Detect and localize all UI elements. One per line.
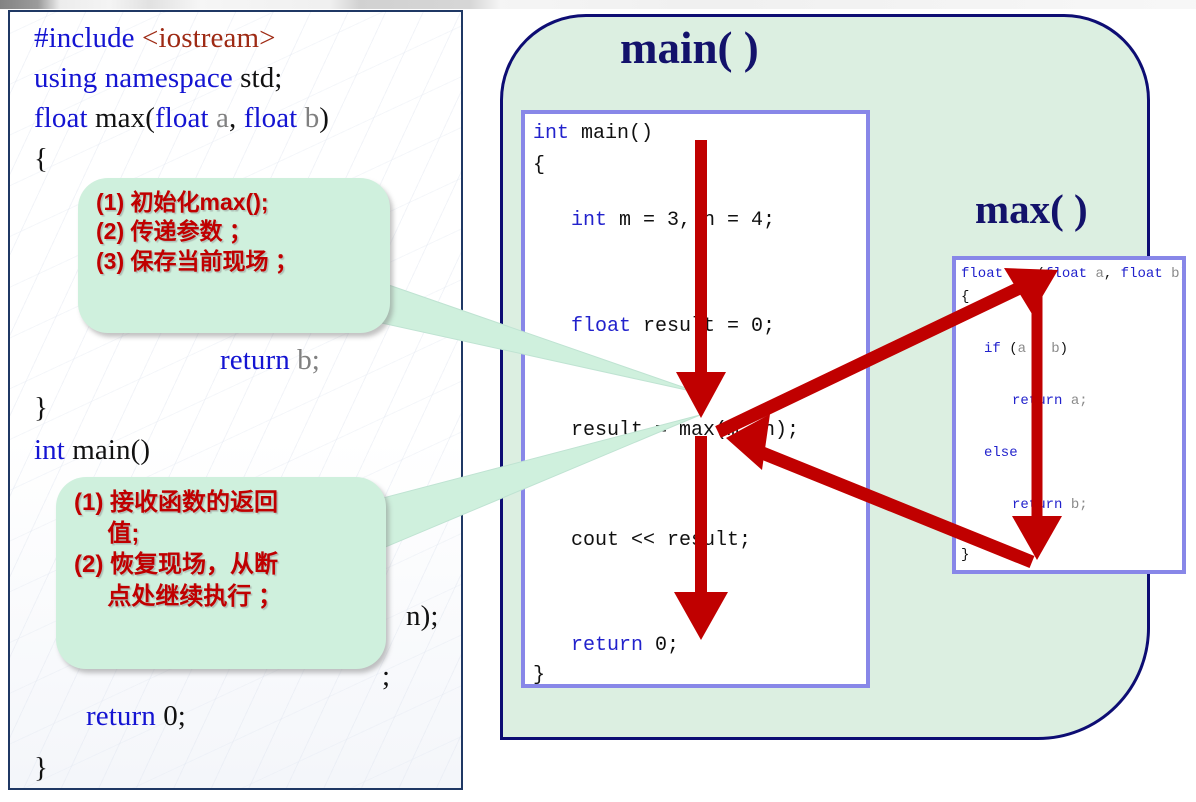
code-line-return-b: return b; — [220, 344, 320, 376]
main-code-line-3: float result = 0; — [571, 315, 776, 338]
cropped-toolbar-strip — [0, 0, 1196, 9]
main-code-line-5: cout << result; — [571, 529, 752, 552]
callout-call-steps: (1) 初始化max(); (2) 传递参数 ； (3) 保存当前现场 ； — [78, 178, 390, 333]
code-line-call-max-tail: n); — [406, 600, 439, 632]
main-code-line-2: int m = 3, n = 4; — [571, 209, 776, 232]
code-line-close-brace-2: } — [34, 752, 49, 784]
main-code-line-0: int main() — [533, 122, 654, 145]
max-code-line-6: } — [961, 547, 970, 563]
code-line-open-brace-1: { — [34, 143, 49, 175]
callout-2-line-1: 值; — [74, 520, 140, 548]
code-line-using: using namespace std; — [34, 62, 283, 94]
callout-1-line-2: (3) 保存当前现场 ； — [96, 247, 298, 274]
callout-2-line-0: (1) 接收函数的返回 — [74, 489, 278, 516]
main-code-line-4: result = max(m, n); — [571, 419, 800, 442]
max-code-line-5: return b; — [1012, 497, 1088, 513]
main-code-line-1: { — [533, 154, 546, 177]
code-line-include: #include <iostream> — [34, 22, 276, 54]
max-code-line-2: if (a > b) — [984, 341, 1069, 357]
callout-2-line-2: (2) 恢复现场，从断 — [74, 551, 278, 579]
code-line-max-signature: float max(float a, float b) — [34, 102, 330, 134]
main-function-code-box: int main() { int m = 3, n = 4; float res… — [521, 110, 870, 688]
main-function-title: main( ) — [620, 23, 759, 73]
max-function-title: max( ) — [975, 186, 1088, 232]
max-code-line-1: { — [961, 289, 970, 305]
left-source-code-panel: #include <iostream> using namespace std;… — [8, 10, 463, 790]
code-line-semicolon-tail: ; — [382, 660, 391, 692]
callout-1-line-1: (2) 传递参数 ； — [96, 218, 252, 245]
max-code-line-0: float max(float a, float b) — [961, 266, 1182, 282]
code-line-close-brace-1: } — [34, 392, 49, 424]
callout-2-line-3: 点处继续执行 ； — [74, 582, 283, 610]
code-line-return-0: return 0; — [86, 700, 186, 732]
main-code-line-6: return 0; — [571, 634, 680, 657]
code-line-int-main: int main() — [34, 434, 151, 466]
max-function-code-box: float max(float a, float b) { if (a > b)… — [952, 256, 1186, 574]
max-code-line-4: else — [984, 445, 1018, 461]
callout-1-line-0: (1) 初始化max(); — [96, 189, 269, 215]
callout-return-steps: (1) 接收函数的返回 值; (2) 恢复现场，从断 点处继续执行 ； — [56, 477, 386, 669]
max-code-line-3: return a; — [1012, 393, 1088, 409]
main-code-line-7: } — [533, 664, 546, 687]
